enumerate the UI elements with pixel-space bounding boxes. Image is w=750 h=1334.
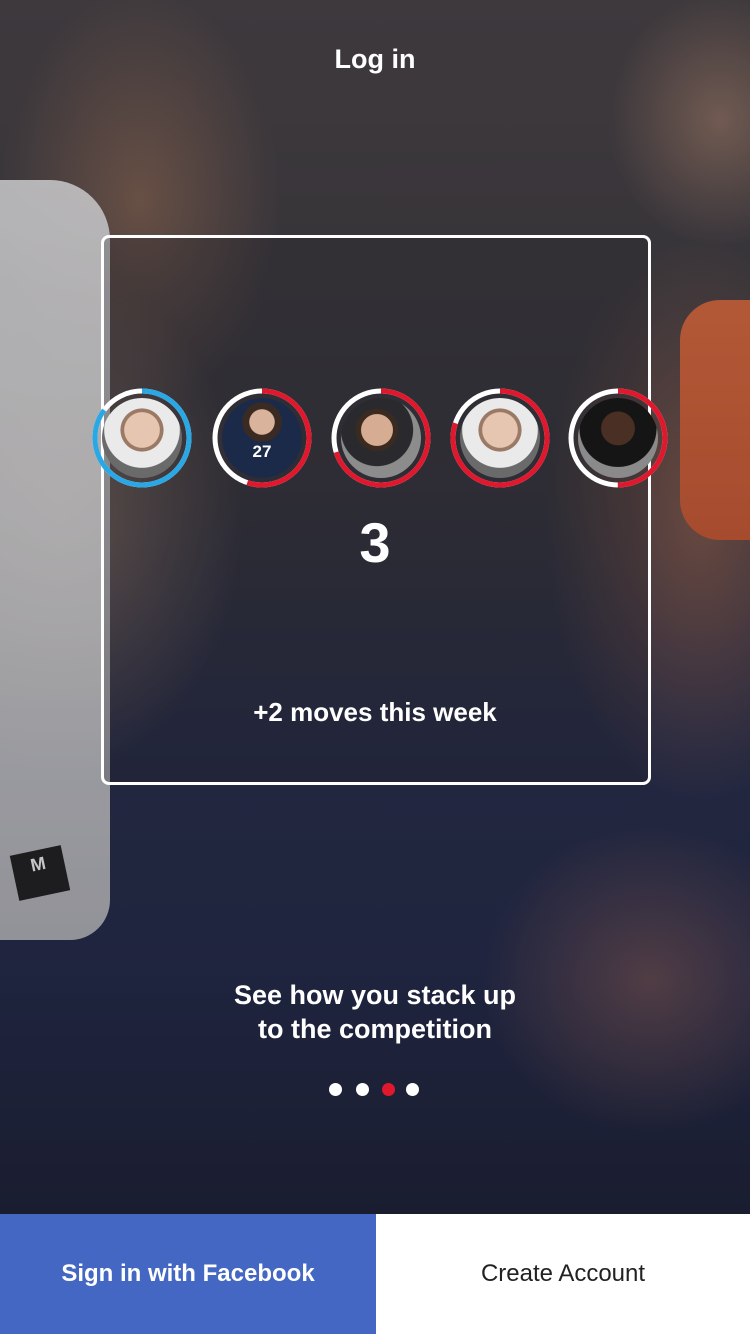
avatar-photo (102, 398, 182, 478)
avatar-photo (578, 398, 658, 478)
create-account-button[interactable]: Create Account (376, 1214, 750, 1334)
page-dot[interactable] (382, 1083, 395, 1096)
page-dot[interactable] (356, 1083, 369, 1096)
tagline-line-2: to the competition (258, 1014, 492, 1044)
avatar-1 (92, 388, 192, 488)
page-dot[interactable] (406, 1083, 419, 1096)
avatar-photo (341, 398, 421, 478)
jersey-number: 27 (252, 442, 272, 461)
moves-this-week: +2 moves this week (253, 697, 497, 727)
avatar-photo: 27 (222, 398, 302, 478)
avatar-2: 27 (212, 388, 312, 488)
avatar-3 (331, 388, 431, 488)
avatar-4 (450, 388, 550, 488)
page-indicator[interactable] (329, 1083, 425, 1097)
sign-in-facebook-button[interactable]: Sign in with Facebook (0, 1214, 376, 1334)
avatar-5 (568, 388, 668, 488)
login-title-button[interactable]: Log in (0, 44, 750, 75)
rank-count: 3 (359, 511, 391, 574)
tagline-line-1: See how you stack up (233, 980, 517, 1010)
onboarding-tagline: See how you stack up to the competition (0, 978, 750, 1046)
avatar-photo (460, 398, 540, 478)
page-dot[interactable] (329, 1083, 342, 1096)
